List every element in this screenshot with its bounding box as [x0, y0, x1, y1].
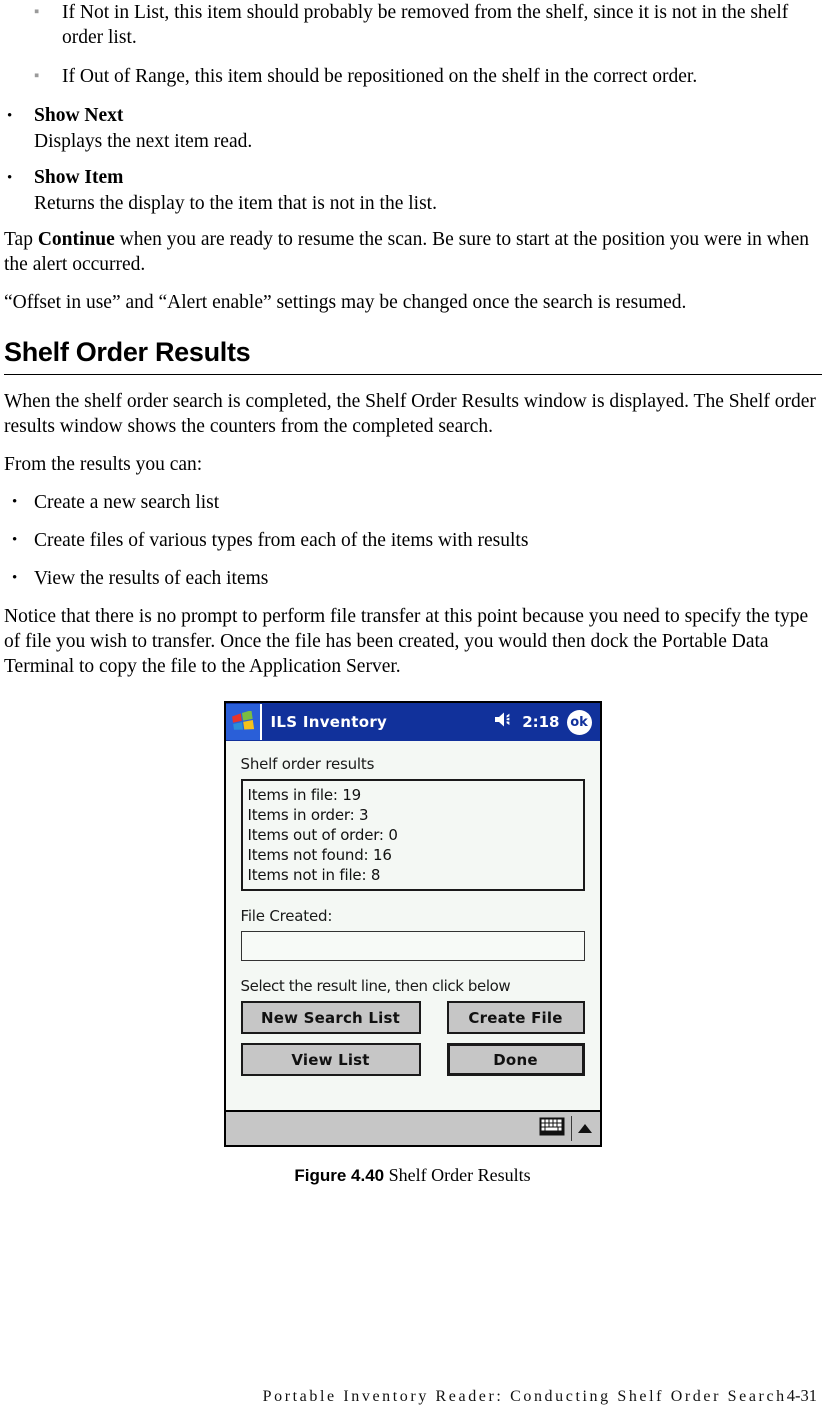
heading-rule — [4, 374, 822, 375]
document-page: ▪ If Not in List, this item should proba… — [0, 0, 825, 1424]
pda-titlebar: ILS Inventory 2:18 ok — [225, 703, 600, 741]
pda-button-grid: New Search List Create File View List Do… — [240, 1001, 585, 1076]
sub-bullet-marker-icon: ▪ — [34, 4, 40, 20]
list-item: • View the results of each items — [4, 566, 821, 591]
speaker-volume-icon[interactable] — [494, 711, 515, 733]
paragraph-intro: When the shelf order search is completed… — [4, 391, 816, 437]
windows-logo-icon — [225, 704, 262, 740]
sub-bullet-marker-icon: ▪ — [34, 68, 40, 84]
result-line[interactable]: Items not found: 16 — [248, 845, 578, 865]
sub-bullet-item: ▪ If Not in List, this item should proba… — [4, 0, 821, 50]
bullet-marker-icon: • — [12, 570, 18, 586]
view-list-button[interactable]: View List — [240, 1043, 421, 1076]
keyboard-icon[interactable] — [539, 1117, 565, 1141]
sub-bullet-text: If Not in List, this item should probabl… — [62, 2, 789, 48]
done-button[interactable]: Done — [446, 1043, 585, 1076]
list-item-text: Create files of various types from each … — [34, 530, 529, 551]
pda-app-title: ILS Inventory — [270, 713, 388, 731]
file-created-label: File Created: — [240, 907, 333, 925]
figure-number: Figure 4.40 — [294, 1166, 385, 1185]
sub-bullet-item: ▪ If Out of Range, this item should be r… — [4, 64, 821, 89]
bullet-marker-icon: • — [7, 170, 13, 186]
up-arrow-icon[interactable] — [577, 1124, 592, 1133]
bullet-marker-icon: • — [12, 494, 18, 510]
tap-prefix: Tap — [4, 229, 38, 250]
figure-caption-text: Shelf Order Results — [384, 1165, 531, 1185]
screen-title-label: Shelf order results — [240, 755, 375, 773]
list-item: • Create a new search list — [4, 490, 821, 515]
footer-title: Portable Inventory Reader: Conducting Sh… — [262, 1388, 787, 1405]
tap-suffix: when you are ready to resume the scan. B… — [4, 229, 809, 275]
done-button-cell: Done — [443, 1043, 585, 1076]
list-item-text: View the results of each items — [34, 568, 269, 589]
figure-caption: Figure 4.40 Shelf Order Results — [4, 1165, 821, 1186]
term-row: • Show Next — [4, 103, 821, 129]
continue-emphasis: Continue — [37, 229, 115, 250]
result-line[interactable]: Items out of order: 0 — [248, 825, 578, 845]
term-definition: Returns the display to the item that is … — [34, 193, 437, 214]
bullet-marker-icon: • — [7, 108, 13, 124]
figure-container: ILS Inventory 2:18 ok Shelf order result… — [4, 701, 821, 1147]
file-created-field[interactable] — [240, 931, 585, 961]
ok-button[interactable]: ok — [566, 709, 592, 735]
paragraph-from-results: From the results you can: — [4, 454, 203, 475]
term-definition: Displays the next item read. — [34, 131, 253, 152]
term-label: Show Next — [34, 105, 124, 126]
sub-bullet-text: If Out of Range, this item should be rep… — [62, 66, 698, 87]
pda-titlebar-right: 2:18 ok — [494, 709, 599, 735]
pda-taskbar — [225, 1110, 600, 1145]
term-label: Show Item — [34, 167, 124, 188]
pda-screen-body: Shelf order results Items in file: 19 It… — [225, 741, 600, 1110]
pda-clock[interactable]: 2:18 — [522, 713, 559, 731]
taskbar-separator — [570, 1116, 572, 1141]
new-search-list-button[interactable]: New Search List — [240, 1001, 421, 1034]
section-heading: Shelf Order Results — [4, 337, 251, 367]
list-item-text: Create a new search list — [34, 492, 220, 513]
result-line[interactable]: Items in file: 19 — [248, 785, 578, 805]
results-listbox[interactable]: Items in file: 19 Items in order: 3 Item… — [240, 779, 585, 891]
paragraph-notice: Notice that there is no prompt to perfor… — [4, 606, 809, 677]
create-file-button-cell: Create File — [443, 1001, 585, 1034]
result-line[interactable]: Items not in file: 8 — [248, 865, 578, 885]
selection-hint-label: Select the result line, then click below — [240, 977, 511, 995]
paragraph-tap-continue: Tap Continue when you are ready to resum… — [4, 227, 821, 277]
paragraph-offset-settings: “Offset in use” and “Alert enable” setti… — [4, 292, 687, 313]
term-row: • Show Item — [4, 165, 821, 191]
page-footer: Portable Inventory Reader: Conducting Sh… — [0, 1386, 825, 1406]
footer-page-number: 4-31 — [786, 1386, 817, 1405]
list-item: • Create files of various types from eac… — [4, 528, 821, 553]
pda-device-screenshot: ILS Inventory 2:18 ok Shelf order result… — [223, 701, 602, 1147]
create-file-button[interactable]: Create File — [446, 1001, 585, 1034]
result-line[interactable]: Items in order: 3 — [248, 805, 578, 825]
bullet-marker-icon: • — [12, 532, 18, 548]
